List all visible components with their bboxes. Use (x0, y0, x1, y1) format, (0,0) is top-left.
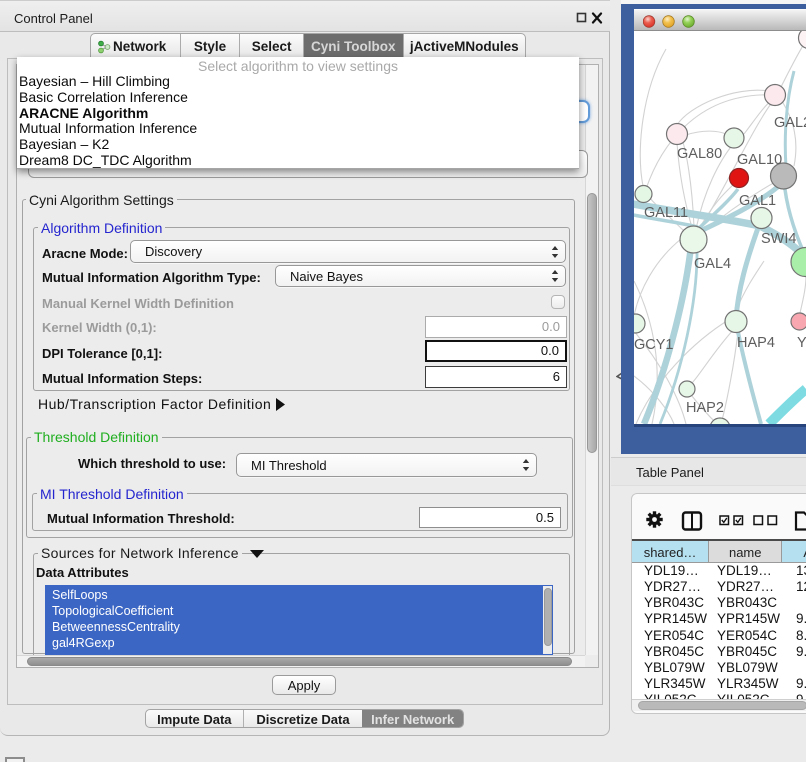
svg-text:SWI4: SWI4 (761, 231, 796, 247)
svg-text:GAL10: GAL10 (737, 152, 782, 168)
svg-text:GAL4: GAL4 (694, 256, 731, 272)
svg-text:GAL1: GAL1 (739, 193, 776, 209)
svg-text:GAL2: GAL2 (774, 115, 806, 131)
svg-text:HAP4: HAP4 (737, 335, 775, 351)
svg-text:HAP2: HAP2 (686, 400, 724, 416)
svg-text:GAL11: GAL11 (644, 205, 688, 221)
svg-text:GAL80: GAL80 (677, 146, 722, 162)
svg-text:GCY1: GCY1 (634, 337, 674, 353)
svg-text:YJ: YJ (797, 335, 806, 351)
